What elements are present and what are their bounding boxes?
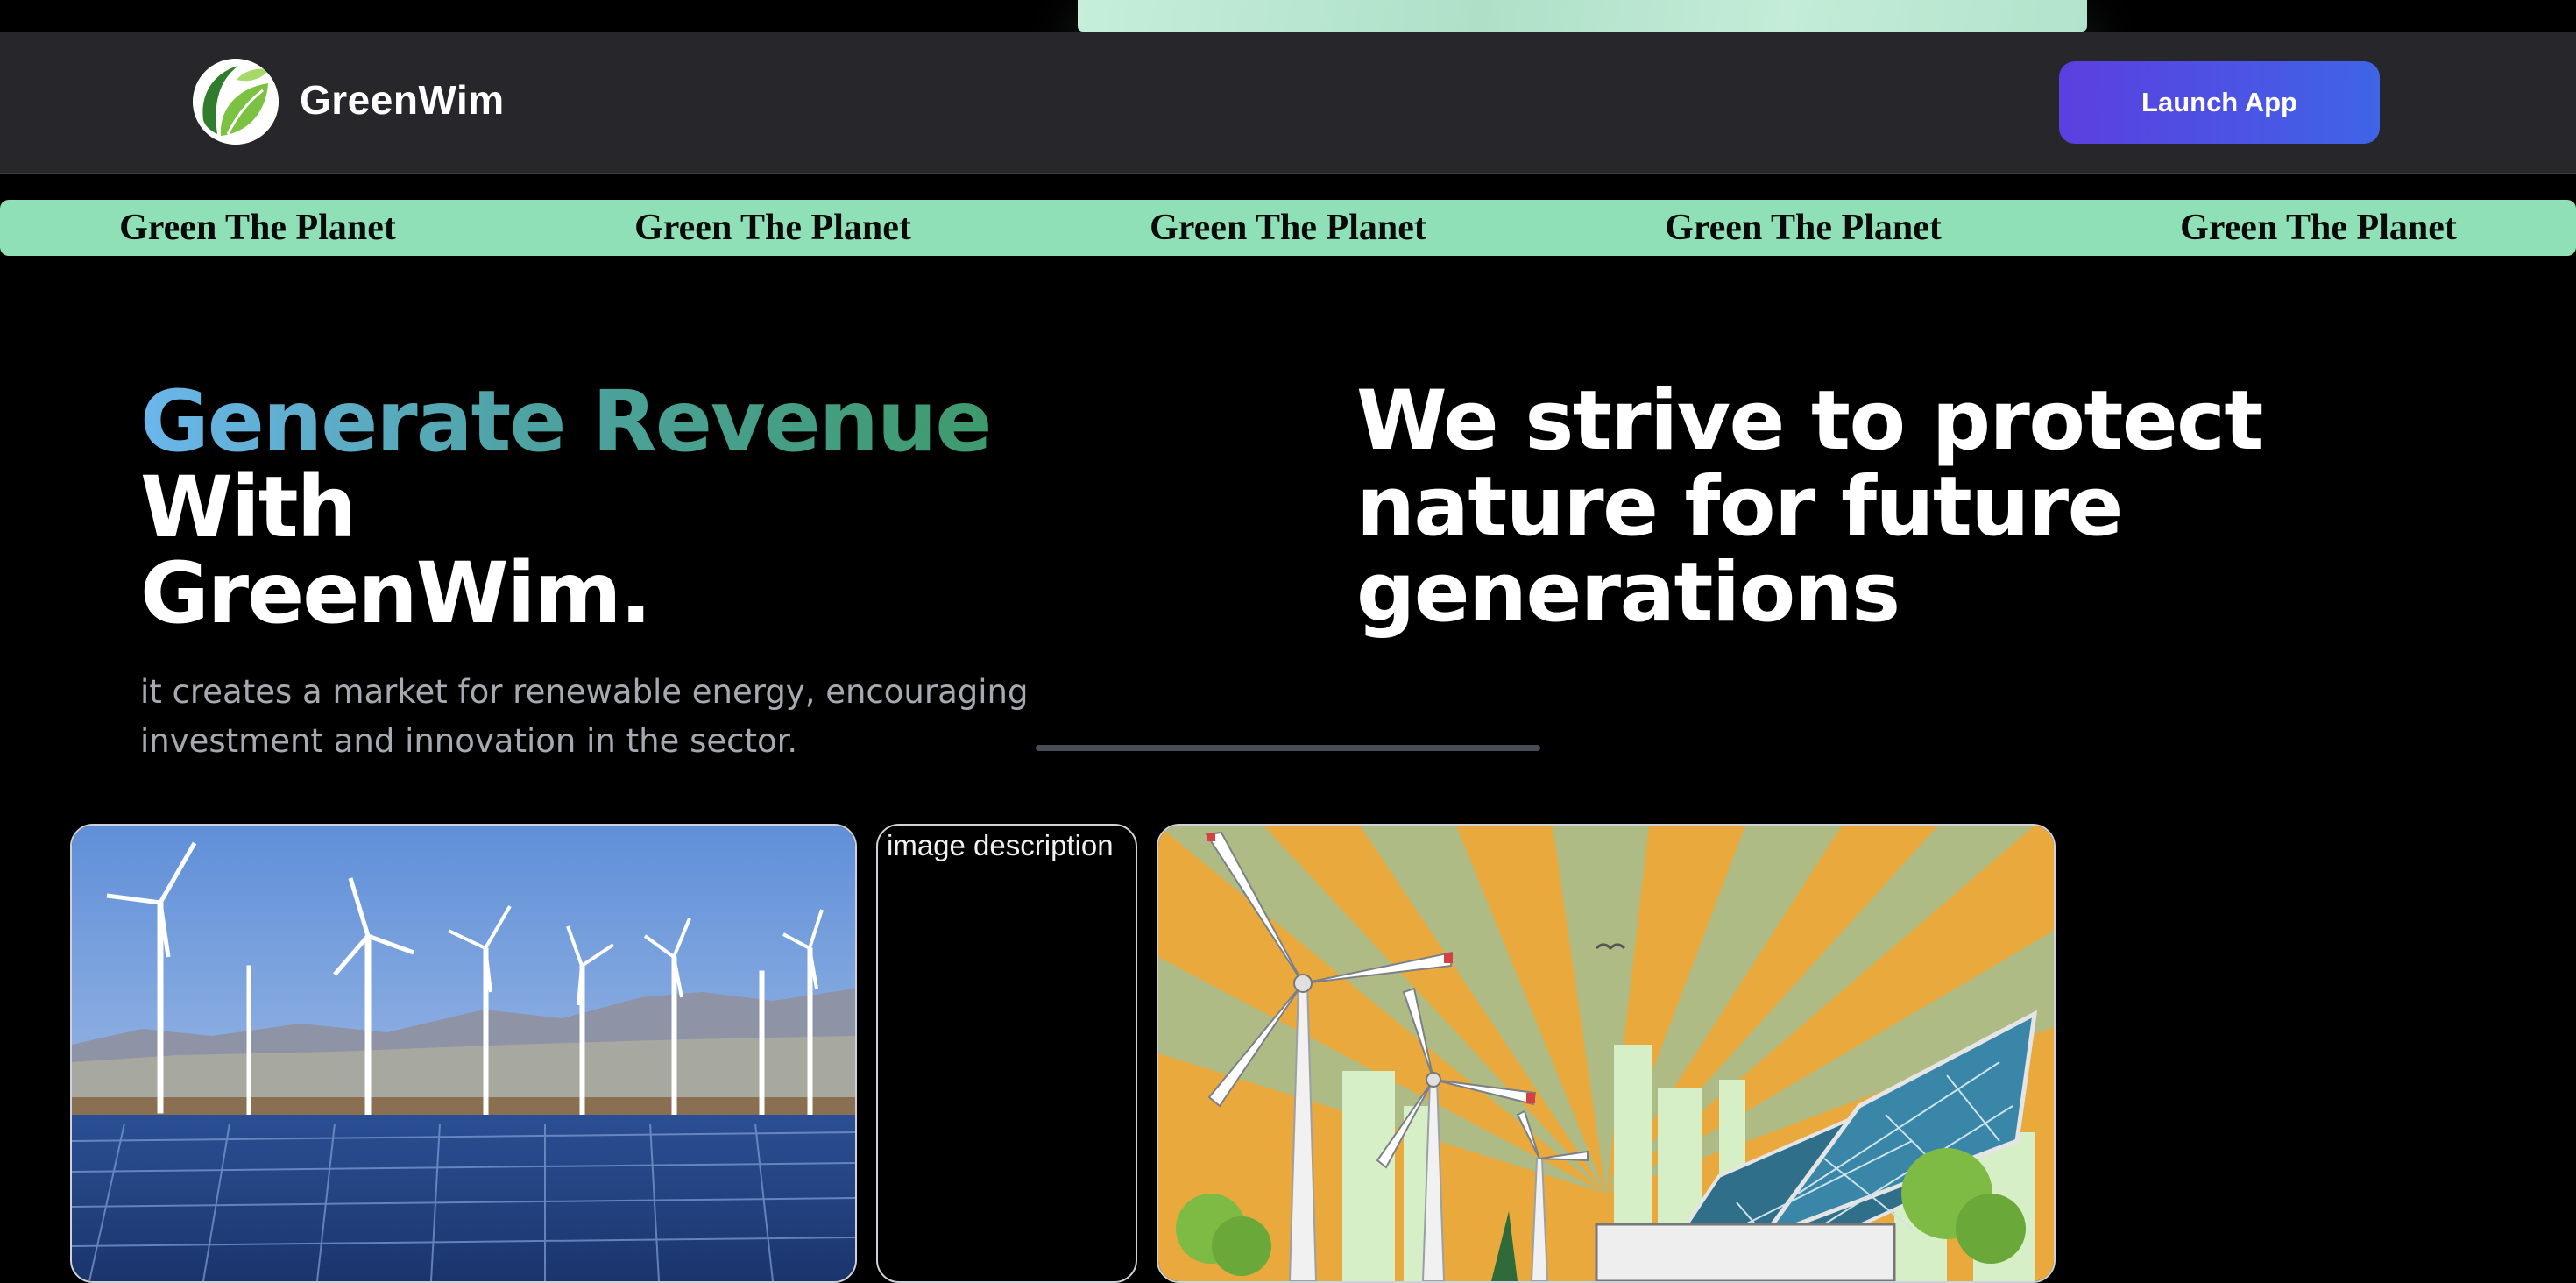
hero-title: Generate Revenue With GreenWim.: [140, 379, 1209, 636]
gallery-image-broken[interactable]: image description: [876, 824, 1137, 1283]
hero-title-part: GreenWim.: [140, 544, 652, 642]
gallery-image-illustration[interactable]: [1157, 824, 2056, 1283]
ticker-item: Green The Planet: [1665, 208, 1942, 248]
ticker-banner: Green The Planet Green The Planet Green …: [0, 200, 2576, 256]
broken-image-alt-text: image description: [887, 829, 1114, 861]
section-divider: [1036, 745, 1540, 751]
hero-title-part: With: [140, 458, 357, 556]
ticker-item: Green The Planet: [634, 208, 911, 248]
brand-name[interactable]: GreenWim: [300, 76, 505, 124]
launch-app-button[interactable]: Launch App: [2059, 61, 2380, 144]
ticker-item: Green The Planet: [119, 208, 396, 248]
hero-tagline: We strive to protect nature for future g…: [1356, 373, 2263, 641]
ticker-item: Green The Planet: [2180, 208, 2457, 248]
hero-description: it creates a market for renewable energy…: [140, 673, 1029, 760]
site-header: GreenWim Launch App: [0, 32, 2576, 174]
gallery-image-wind-solar[interactable]: [70, 824, 857, 1283]
hero-left: Generate Revenue With GreenWim. it creat…: [140, 379, 1209, 766]
greenwim-logo-icon[interactable]: [193, 59, 279, 145]
hero-title-highlight: Generate Revenue: [140, 372, 992, 471]
ticker-item: Green The Planet: [1150, 208, 1426, 248]
top-peek-banner: [1078, 0, 2087, 32]
